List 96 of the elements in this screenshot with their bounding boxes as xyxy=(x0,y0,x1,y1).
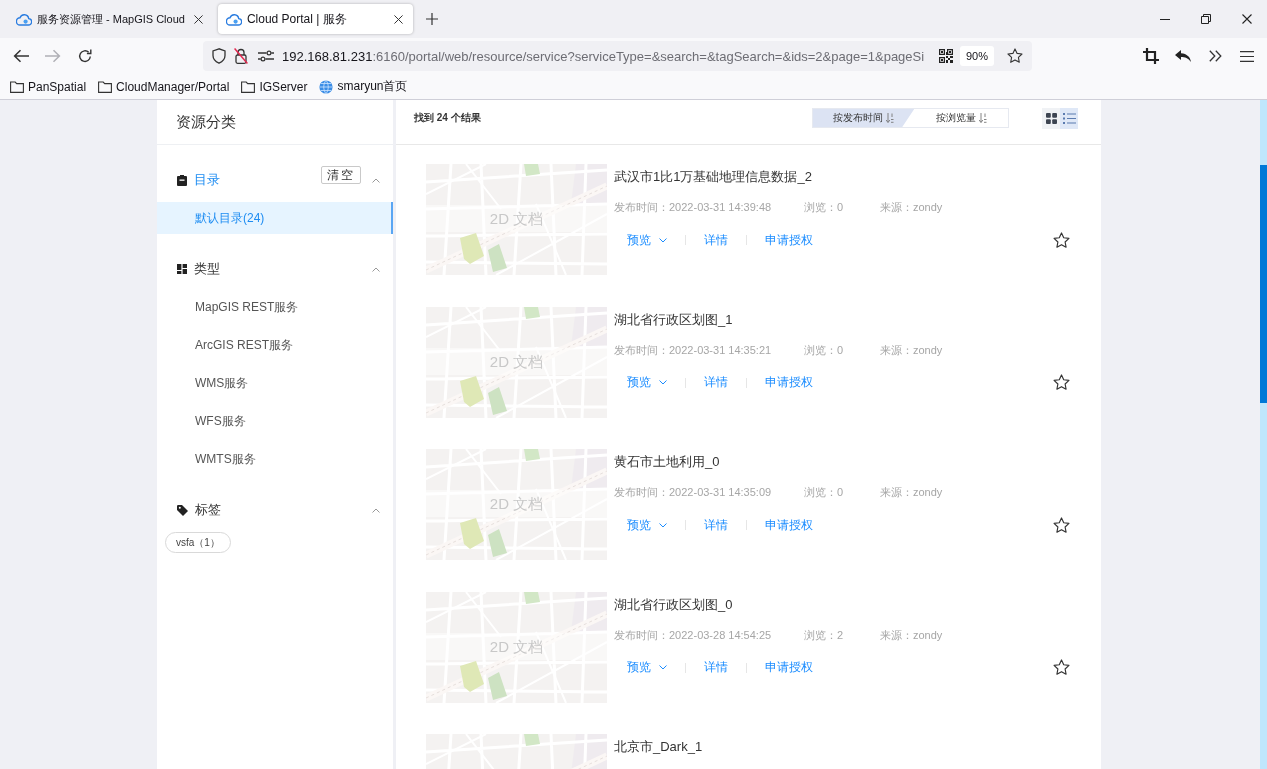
url-text: 192.168.81.231:6160/portal/web/resource/service?serviceType=&search=&tagSearch=&ids=2&page=1&pageSi xyxy=(282,48,926,64)
list-view-icon xyxy=(1062,113,1076,124)
bookmark-item[interactable]: PanSpatial xyxy=(4,75,93,98)
plus-icon xyxy=(425,13,438,25)
resource-title[interactable]: 湖北省行政区划图_0 xyxy=(614,595,733,614)
cloud-icon xyxy=(16,12,32,26)
close-icon xyxy=(394,14,404,24)
cloud-icon xyxy=(225,12,242,26)
resource-title[interactable]: 北京市_Dark_1 xyxy=(614,738,703,756)
crop-icon xyxy=(1143,48,1159,64)
action-link[interactable]: 申请授权 xyxy=(747,656,831,679)
action-link[interactable]: 详情 xyxy=(686,514,746,536)
bookmark-item[interactable]: CloudManager/Portal xyxy=(92,75,236,98)
folder-icon xyxy=(10,80,24,93)
category-item[interactable]: WMS服务 xyxy=(157,367,393,399)
browser-tab[interactable]: Cloud Portal | 服务 xyxy=(217,4,413,34)
bookmark-item[interactable]: IGServer xyxy=(235,75,314,98)
preview-dropdown[interactable]: 预览 xyxy=(614,656,685,679)
globe-icon xyxy=(319,79,334,94)
publish-time: 发布时间：2022-03-31 14:35:09 xyxy=(614,485,773,500)
chevron-down-icon xyxy=(659,665,667,670)
favorite-star-icon[interactable] xyxy=(1053,659,1070,676)
source-text: 来源：zondy xyxy=(880,200,943,215)
lock-crossed-icon xyxy=(234,48,248,64)
view-count: 浏览：2 xyxy=(804,627,845,643)
menu-icon xyxy=(1240,50,1254,62)
action-link[interactable]: 详情 xyxy=(686,371,746,394)
view-count: 浏览：0 xyxy=(804,342,845,358)
scrollbar[interactable] xyxy=(1260,100,1267,769)
category-item[interactable]: WMTS服务 xyxy=(157,443,393,475)
preview-dropdown[interactable]: 预览 xyxy=(614,371,685,394)
category-item[interactable]: ArcGIS REST服务 xyxy=(157,329,393,361)
category-item[interactable]: MapGIS REST服务 xyxy=(157,291,393,323)
back-arrow-icon xyxy=(13,49,29,63)
address-bar[interactable]: 192.168.81.231:6160/portal/web/resource/service?serviceType=&search=&tagSearch=&ids=2&page=1&pageSi 90% xyxy=(203,41,1032,71)
action-link[interactable]: 详情 xyxy=(686,229,746,251)
browser-tab[interactable]: 服务资源管理 - MapGIS Cloud xyxy=(8,4,213,34)
chevron-up-icon[interactable] xyxy=(372,266,380,272)
close-icon xyxy=(194,14,204,24)
source-text: 来源：zondy xyxy=(880,485,943,500)
clipboard-icon xyxy=(177,174,187,186)
sort-icon xyxy=(978,113,987,123)
view-count: 浏览：0 xyxy=(804,485,845,500)
curved-arrow-icon xyxy=(1175,50,1191,62)
chevron-up-icon[interactable] xyxy=(372,177,380,183)
sidebar-title: 资源分类 xyxy=(157,100,393,145)
scrollbar-thumb[interactable] xyxy=(1260,165,1267,403)
bookmark-item[interactable]: smaryun首页 xyxy=(313,75,414,98)
shield-icon xyxy=(212,48,226,64)
sliders-icon xyxy=(258,50,274,62)
double-chevron-icon xyxy=(1208,50,1222,62)
restore-icon xyxy=(1200,14,1211,24)
section-title[interactable]: 类型 xyxy=(194,260,372,278)
forward-arrow-icon xyxy=(45,49,61,63)
chevron-down-icon xyxy=(659,380,667,385)
source-text: 来源：zondy xyxy=(880,342,943,358)
sort-icon xyxy=(886,113,895,123)
action-link[interactable]: 申请授权 xyxy=(747,371,831,394)
close-icon xyxy=(1241,14,1252,24)
result-count: 找到 24 个结果 xyxy=(414,111,481,125)
view-count: 浏览：0 xyxy=(804,200,845,215)
star-icon xyxy=(1007,48,1023,64)
reload-icon xyxy=(78,49,92,63)
chevron-down-icon xyxy=(659,237,667,243)
clear-button[interactable]: 清空 xyxy=(321,166,361,184)
minimize-icon xyxy=(1159,18,1170,20)
resource-title[interactable]: 武汉市1比1万基础地理信息数据_2 xyxy=(614,168,812,186)
action-link[interactable]: 详情 xyxy=(686,656,746,679)
qr-code-icon xyxy=(938,49,953,63)
folder-icon xyxy=(241,80,256,93)
tag-chip[interactable]: vsfa（1） xyxy=(165,532,231,553)
grid-view-button[interactable] xyxy=(1042,108,1060,129)
publish-time: 发布时间：2022-03-28 14:54:25 xyxy=(614,627,773,643)
preview-dropdown[interactable]: 预览 xyxy=(614,229,685,251)
favorite-star-icon[interactable] xyxy=(1053,516,1070,534)
favorite-star-icon[interactable] xyxy=(1053,374,1070,391)
folder-icon xyxy=(98,80,113,93)
publish-time: 发布时间：2022-03-31 14:35:21 xyxy=(614,342,773,358)
category-item[interactable]: WFS服务 xyxy=(157,405,393,437)
tag-icon xyxy=(177,504,188,516)
section-title[interactable]: 目录 xyxy=(194,171,321,189)
sort-button[interactable]: 按发布时间 xyxy=(813,109,915,127)
source-text: 来源：zondy xyxy=(880,627,943,643)
action-link[interactable]: 申请授权 xyxy=(747,514,831,536)
action-link[interactable]: 申请授权 xyxy=(747,229,831,251)
blocks-icon xyxy=(177,264,187,274)
publish-time: 发布时间：2022-03-31 14:39:48 xyxy=(614,200,773,215)
resource-title[interactable]: 湖北省行政区划图_1 xyxy=(614,310,733,329)
chevron-up-icon[interactable] xyxy=(372,507,380,513)
section-title[interactable]: 标签 xyxy=(195,501,372,519)
preview-dropdown[interactable]: 预览 xyxy=(614,514,685,536)
favorite-star-icon[interactable] xyxy=(1053,231,1070,249)
zoom-level-button[interactable]: 90% xyxy=(959,46,994,66)
grid-view-icon xyxy=(1045,113,1057,124)
chevron-down-icon xyxy=(659,522,667,528)
resource-title[interactable]: 黄石市土地利用_0 xyxy=(614,453,720,471)
